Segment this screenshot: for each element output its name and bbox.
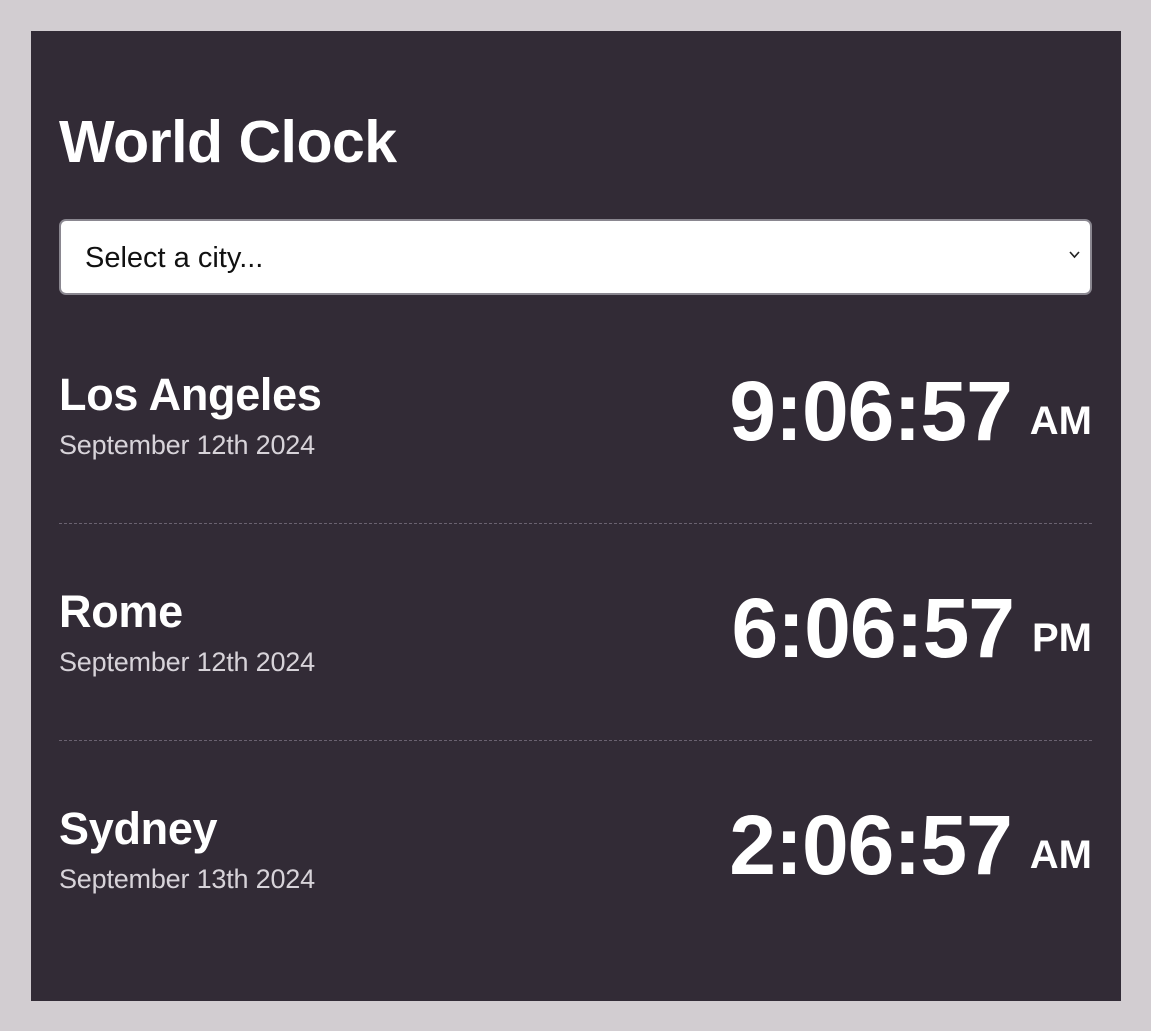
city-date: September 12th 2024 xyxy=(59,430,315,460)
city-name: Sydney xyxy=(59,803,218,854)
city-time-period: AM xyxy=(1029,399,1092,443)
city-row-rome: Rome September 12th 2024 6:06:57 PM xyxy=(59,524,1092,741)
city-list: Los Angeles September 12th 2024 9:06:57 A… xyxy=(59,307,1092,958)
city-select[interactable]: Select a city... xyxy=(59,219,1092,295)
city-name: Los Angeles xyxy=(59,369,322,420)
city-name: Rome xyxy=(59,586,183,637)
page-title: World Clock xyxy=(59,109,397,175)
city-date: September 13th 2024 xyxy=(59,864,315,894)
city-time-period: PM xyxy=(1032,616,1092,660)
city-date: September 12th 2024 xyxy=(59,647,315,677)
chevron-down-icon xyxy=(1069,251,1080,259)
city-row-los-angeles: Los Angeles September 12th 2024 9:06:57 A… xyxy=(59,307,1092,524)
city-time-display: 6:06:57 PM xyxy=(731,580,1092,686)
city-time-period: AM xyxy=(1029,833,1092,877)
city-time-display: 2:06:57 AM xyxy=(729,797,1092,903)
city-row-sydney: Sydney September 13th 2024 2:06:57 AM xyxy=(59,741,1092,958)
city-time: 9:06:57 xyxy=(729,364,1013,458)
city-time-display: 9:06:57 AM xyxy=(729,363,1092,469)
city-time: 6:06:57 xyxy=(731,581,1015,675)
city-select-value: Select a city... xyxy=(85,242,264,274)
world-clock-panel: World Clock Select a city... Los Angeles… xyxy=(31,31,1121,1001)
city-time: 2:06:57 xyxy=(729,798,1013,892)
